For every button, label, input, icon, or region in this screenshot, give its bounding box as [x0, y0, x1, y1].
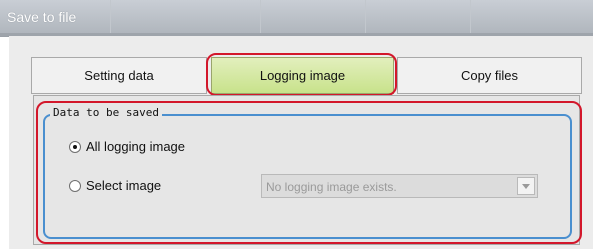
- titlebar-divider: [260, 0, 261, 36]
- titlebar-divider: [470, 0, 471, 36]
- titlebar-divider: [110, 0, 111, 36]
- tab-setting-data[interactable]: Setting data: [31, 57, 207, 94]
- tab-label: Copy files: [460, 68, 519, 83]
- tab-highlight-outline: [206, 53, 397, 96]
- tab-copy-files[interactable]: Copy files: [397, 57, 582, 94]
- titlebar-divider: [365, 0, 366, 36]
- window-title: Save to file: [7, 9, 77, 25]
- window-titlebar: Save to file: [0, 0, 593, 37]
- tab-label: Setting data: [84, 68, 154, 83]
- group-highlight-outline: [36, 101, 582, 244]
